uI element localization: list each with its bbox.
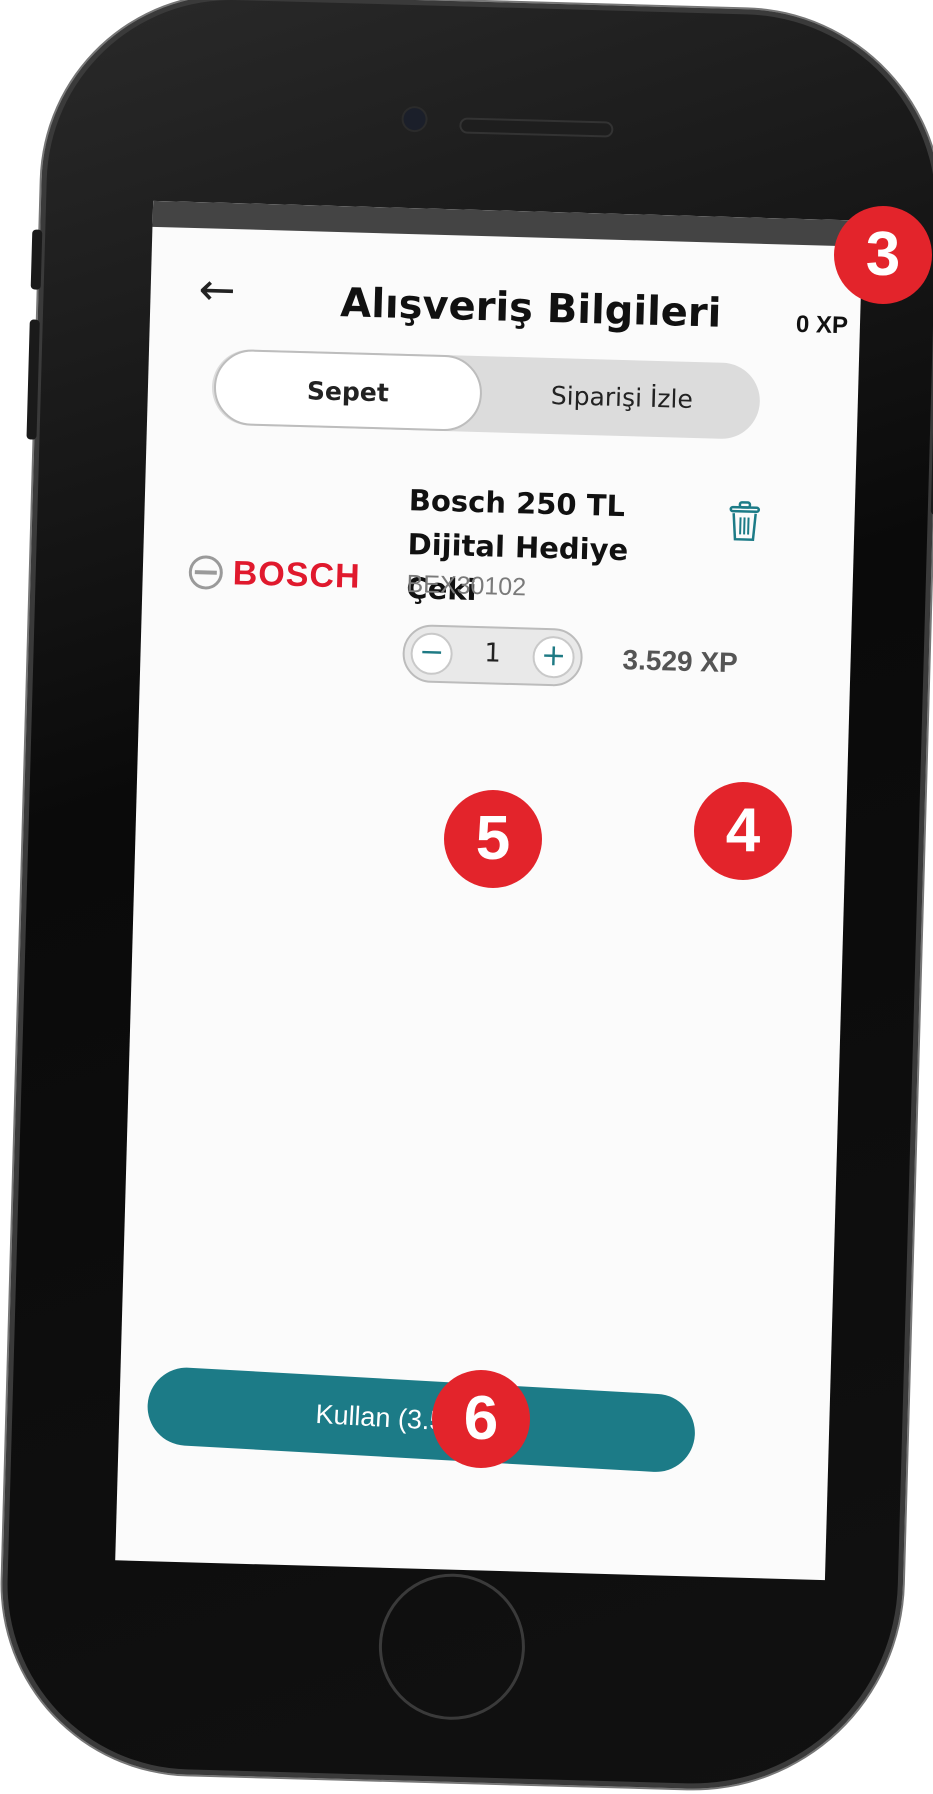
step-badge-stepper: 5 xyxy=(444,790,542,888)
volume-up-button xyxy=(31,229,43,289)
page-title: Alışveriş Bilgileri xyxy=(340,280,722,337)
top-bar: ← Alışveriş Bilgileri 0 XP xyxy=(149,227,862,357)
volume-down-button xyxy=(26,319,39,439)
step-badge-balance: 3 xyxy=(834,206,932,304)
speaker-grille xyxy=(461,119,611,135)
front-camera xyxy=(403,108,426,131)
product-sku: BEX30102 xyxy=(406,570,526,602)
brand-logo-text: BOSCH xyxy=(232,554,361,597)
item-price: 3.529 XP xyxy=(622,644,738,679)
trash-icon[interactable] xyxy=(726,499,763,544)
bosch-logo-icon: BOSCH xyxy=(188,552,361,597)
home-button[interactable] xyxy=(377,1572,527,1722)
bosch-mark-icon xyxy=(188,555,223,590)
xp-balance: 0 XP xyxy=(796,311,849,340)
increase-quantity-button[interactable]: + xyxy=(532,636,575,679)
quantity-stepper: − 1 + xyxy=(402,624,584,687)
step-badge-use: 6 xyxy=(432,1370,530,1468)
tab-bar: Sepet Siparişi İzle xyxy=(211,349,761,440)
step-badge-price: 4 xyxy=(694,782,792,880)
tab-track-order[interactable]: Siparişi İzle xyxy=(491,356,753,439)
use-button[interactable]: Kullan (3.529 XP) xyxy=(145,1366,696,1474)
back-arrow-icon[interactable]: ← xyxy=(198,268,236,313)
cart-item: BOSCH Bosch 250 TL Dijital Hediye Çeki B… xyxy=(139,471,855,721)
tab-cart[interactable]: Sepet xyxy=(213,349,483,432)
phone-frame: ← Alışveriş Bilgileri 0 XP Sepet Sipariş… xyxy=(0,0,933,1794)
